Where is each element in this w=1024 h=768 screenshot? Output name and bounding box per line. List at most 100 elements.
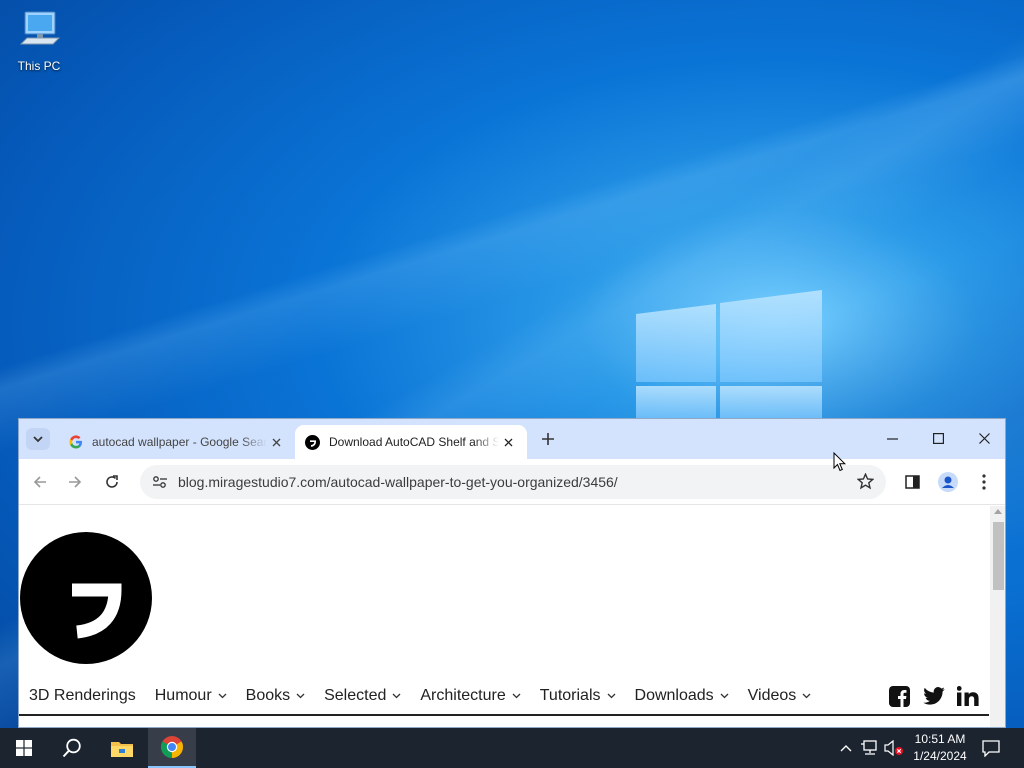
nav-item-tutorials[interactable]: Tutorials bbox=[540, 687, 616, 705]
windows-start-icon bbox=[16, 740, 32, 756]
search-icon bbox=[62, 738, 81, 758]
tab-title: Download AutoCAD Shelf and Shelving bbox=[329, 435, 499, 449]
nav-item-humour[interactable]: Humour bbox=[155, 687, 227, 705]
nav-item-label: 3D Renderings bbox=[29, 687, 136, 704]
close-icon bbox=[504, 438, 512, 446]
speaker-muted-icon bbox=[884, 740, 903, 756]
new-tab-button[interactable] bbox=[537, 428, 559, 450]
browser-window: autocad wallpaper - Google Search Downlo… bbox=[18, 418, 1006, 728]
chevron-down-icon bbox=[720, 693, 729, 699]
close-icon bbox=[272, 438, 280, 446]
nav-item-label: Books bbox=[245, 687, 291, 704]
close-window-button[interactable] bbox=[961, 419, 1005, 457]
windows-logo-wallpaper bbox=[636, 290, 822, 420]
site-info-icon[interactable] bbox=[152, 475, 168, 489]
tab-title: autocad wallpaper - Google Search bbox=[92, 435, 267, 449]
browser-menu-button[interactable] bbox=[971, 469, 997, 495]
network-status-button[interactable] bbox=[860, 738, 880, 758]
google-favicon bbox=[69, 435, 82, 449]
nav-item-books[interactable]: Books bbox=[246, 687, 305, 705]
chevron-down-icon bbox=[218, 693, 227, 699]
web-page: 3D Renderings Humour Books Selected Arch… bbox=[19, 506, 989, 727]
action-center-button[interactable] bbox=[981, 738, 1001, 758]
reload-icon bbox=[106, 475, 118, 488]
site-logo[interactable] bbox=[20, 532, 152, 664]
scroll-thumb[interactable] bbox=[993, 522, 1004, 590]
maximize-button[interactable] bbox=[915, 419, 961, 457]
reload-button[interactable] bbox=[99, 469, 125, 495]
tab-search-button[interactable] bbox=[26, 428, 50, 450]
minimize-button[interactable] bbox=[869, 419, 915, 457]
taskbar: 10:51 AM 1/24/2024 bbox=[0, 728, 1024, 768]
clock-time: 10:51 AM bbox=[914, 732, 966, 746]
search-button[interactable] bbox=[48, 728, 96, 768]
twitter-link[interactable] bbox=[923, 685, 945, 707]
chevron-down-icon bbox=[512, 693, 521, 699]
profile-button[interactable] bbox=[935, 469, 961, 495]
miragestudio-favicon bbox=[305, 434, 320, 450]
computer-icon bbox=[19, 11, 61, 45]
arrow-right-icon bbox=[69, 476, 82, 488]
tab-google-search[interactable]: autocad wallpaper - Google Search bbox=[59, 425, 295, 459]
file-explorer-button[interactable] bbox=[98, 728, 146, 768]
nav-item-label: Downloads bbox=[634, 687, 714, 704]
nav-item-label: Videos bbox=[747, 687, 797, 704]
forward-button[interactable] bbox=[62, 469, 88, 495]
chevron-down-icon bbox=[802, 693, 811, 699]
chevron-down-icon bbox=[296, 693, 305, 699]
url-text: blog.miragestudio7.com/autocad-wallpaper… bbox=[178, 474, 618, 490]
side-panel-icon bbox=[904, 475, 920, 489]
chevron-up-icon bbox=[840, 745, 852, 752]
chevron-down-icon bbox=[607, 693, 615, 699]
minimize-icon bbox=[886, 437, 898, 440]
page-scrollbar[interactable] bbox=[990, 506, 1005, 727]
folder-icon bbox=[111, 741, 133, 757]
chrome-icon bbox=[161, 736, 183, 758]
maximize-icon bbox=[932, 432, 944, 444]
tab-close-button[interactable] bbox=[499, 433, 517, 451]
chevron-down-icon bbox=[33, 435, 43, 442]
tab-autocad-download[interactable]: Download AutoCAD Shelf and Shelving bbox=[295, 425, 527, 459]
nav-item-architecture[interactable]: Architecture bbox=[420, 687, 521, 705]
linkedin-icon bbox=[957, 686, 979, 706]
nav-item-downloads[interactable]: Downloads bbox=[635, 687, 729, 705]
volume-button[interactable] bbox=[884, 738, 904, 758]
nav-item-label: Tutorials bbox=[539, 687, 601, 704]
nav-item-3d-renderings[interactable]: 3D Renderings bbox=[29, 687, 136, 705]
facebook-link[interactable] bbox=[889, 685, 910, 707]
nav-item-selected[interactable]: Selected bbox=[324, 687, 401, 705]
tab-close-button[interactable] bbox=[267, 433, 285, 451]
clock-date: 1/24/2024 bbox=[913, 749, 967, 763]
side-panel-button[interactable] bbox=[899, 469, 925, 495]
site-navigation: 3D Renderings Humour Books Selected Arch… bbox=[29, 684, 830, 708]
tab-strip: autocad wallpaper - Google Search Downlo… bbox=[19, 419, 1005, 459]
nav-item-label: Selected bbox=[324, 687, 387, 704]
more-vertical-icon bbox=[982, 474, 986, 490]
close-icon bbox=[978, 432, 990, 444]
browser-toolbar: blog.miragestudio7.com/autocad-wallpaper… bbox=[19, 459, 1005, 505]
show-hidden-icons-button[interactable] bbox=[836, 738, 856, 758]
address-bar[interactable]: blog.miragestudio7.com/autocad-wallpaper… bbox=[140, 465, 886, 499]
facebook-icon bbox=[889, 685, 910, 707]
linkedin-link[interactable] bbox=[957, 685, 979, 707]
arrow-left-icon bbox=[33, 476, 46, 488]
desktop-icon-this-pc[interactable]: This PC bbox=[10, 8, 68, 73]
mouse-cursor-icon bbox=[833, 452, 847, 472]
start-button[interactable] bbox=[0, 728, 48, 768]
notification-icon bbox=[982, 739, 1000, 757]
bookmark-star-icon[interactable] bbox=[857, 473, 874, 490]
chrome-taskbar-button[interactable] bbox=[148, 728, 196, 768]
twitter-icon bbox=[923, 687, 945, 705]
network-icon bbox=[861, 740, 877, 755]
scroll-up-arrow[interactable] bbox=[994, 509, 1002, 514]
system-clock[interactable]: 10:51 AM 1/24/2024 bbox=[905, 731, 975, 765]
back-button[interactable] bbox=[27, 469, 53, 495]
avatar-icon bbox=[938, 472, 958, 492]
desktop-icon-label: This PC bbox=[17, 59, 61, 73]
nav-divider bbox=[19, 714, 989, 716]
plus-icon bbox=[542, 433, 554, 445]
nav-item-videos[interactable]: Videos bbox=[748, 687, 812, 705]
nav-item-label: Humour bbox=[154, 687, 212, 704]
chevron-down-icon bbox=[392, 693, 401, 699]
nav-item-label: Architecture bbox=[420, 687, 506, 704]
